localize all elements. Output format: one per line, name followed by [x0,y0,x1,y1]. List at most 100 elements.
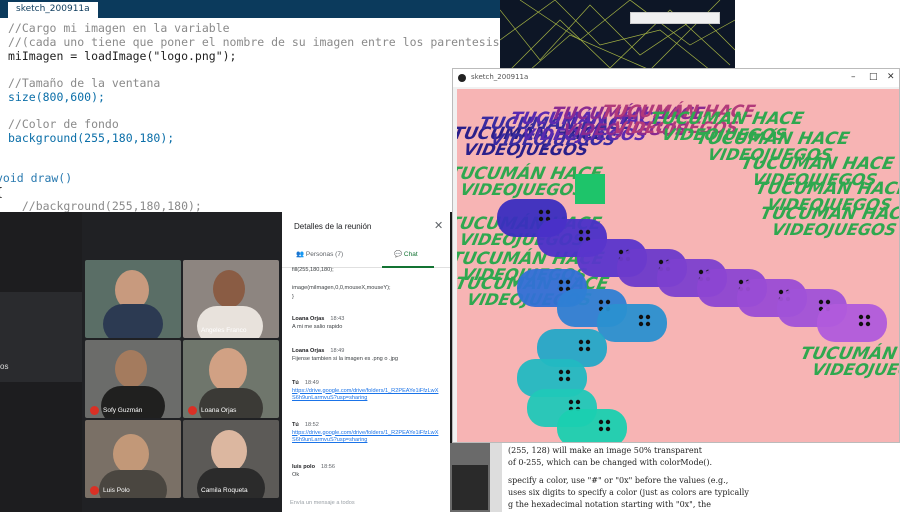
maximize-button[interactable]: □ [869,72,878,82]
participant-tile[interactable]: Sofy Guzmán [85,340,181,418]
background-web-pattern [500,0,735,70]
reference-doc: (255, 128) will make an image 50% transp… [490,443,900,512]
network-pattern [500,0,735,70]
controller-button [565,376,571,382]
controller-button [558,279,564,285]
message-time: 18:56 [321,464,335,470]
controller-button [618,249,624,255]
code-line: { [0,185,3,200]
message-text: Ok [292,471,300,478]
controller-button [568,399,574,405]
code-line: //background(255,180,180); [8,199,202,212]
controller-button [605,426,611,432]
participant-tile[interactable]: Loana Orjas [183,340,279,418]
ide-console [450,443,490,512]
controller-button [538,209,544,215]
tab-chat-label: Chat [403,251,418,258]
code-area[interactable]: //Cargo mi imagen en la variable //(cada… [0,20,500,212]
shared-slide: os [0,292,82,382]
code-line: background(255,180,180); [8,131,175,145]
sketch-title: sketch_200911a [471,73,529,81]
message-text: image(miImagen,0,0,mouseX,mouseY); [292,285,391,291]
chat-icon: 💬 [394,251,403,258]
code-line: size(800,600); [8,90,105,104]
chat-message: } [292,294,442,302]
participant-tile[interactable]: Camila Roqueta [183,420,279,498]
chat-message: Loana Orjas 18:49 Fijense tambien si la i… [292,348,442,363]
message-time: 18:43 [330,316,345,322]
chat-message: image(miImagen,0,0,mouseX,mouseY); [292,285,442,293]
processing-editor: sketch_200911a //Cargo mi imagen en la v… [0,0,500,212]
controller-button [698,269,704,275]
participant-tile[interactable]: Angeles Franco [183,260,279,338]
message-link[interactable]: https://drive.google.com/drive/folders/1… [292,430,438,444]
controller-button [545,209,551,215]
controller-button [658,259,664,265]
doc-line: of 0-255, which can be changed with colo… [508,458,713,467]
controller-shape [557,409,627,442]
participant-video [115,350,147,388]
controller-button [598,426,604,432]
mic-off-icon [90,486,99,495]
message-author: Loana Orjas [292,316,325,322]
chat-input[interactable]: Envía un mensaje a todos [290,500,355,506]
logo-text: VIDEOJUEGOS [810,360,899,379]
close-icon[interactable]: ✕ [434,219,443,232]
meeting-details-panel: Detalles de la reunión ✕ 👥 Personas (7) … [282,212,450,512]
chat-message: Loana Orjas 18:43 A mi me salio rapido [292,316,442,331]
logo-trail-art: TUCUMÁN HACEVIDEOJUEGOSTUCUMÁN HACEVIDEO… [457,100,899,442]
message-author: Tú [292,422,299,428]
controller-button [565,369,571,375]
controller-button [598,299,604,305]
doc-line: g the hexadecimal notation starting with… [508,500,712,509]
controller-button [585,229,591,235]
controller-button [865,321,871,327]
controller-button [638,321,644,327]
sketch-title-bar[interactable]: sketch_200911a – □ ✕ [453,69,899,87]
message-author: luis polo [292,464,315,470]
mic-off-icon [90,406,99,415]
chat-message: Tú 18:52 https://drive.google.com/drive/f… [292,422,442,445]
sketch-canvas[interactable]: TUCUMÁN HACE VIDEOJUEGOS TUCUMÁN HACE VIDEO… [457,89,899,442]
controller-button [825,299,831,305]
code-line: //Color de fondo [8,117,119,131]
tab-chat[interactable]: 💬 Chat [394,250,418,258]
logo-text: VIDEOJUEGOS [459,180,587,199]
controller-button [558,376,564,382]
console-area [452,465,488,510]
participant-tile[interactable] [85,260,181,338]
message-time: 18:52 [304,422,319,428]
slide-text: os [0,362,9,371]
controller-button [538,216,544,222]
controller-button [858,321,864,327]
participant-video [113,434,149,474]
controller-shape [597,304,667,342]
participant-name: Sofy Guzmán [103,407,143,414]
controller-button [558,369,564,375]
message-link[interactable]: https://drive.google.com/drive/folders/1… [292,388,438,402]
controller-shape [817,304,887,342]
editor-tab[interactable]: sketch_200911a [8,2,98,18]
logo-text: VIDEOJUEGOS [770,220,898,239]
participant-name: Angeles Franco [201,327,247,334]
participant-name: Camila Roqueta [201,487,248,494]
panel-tabs: 👥 Personas (7) 💬 Chat [282,246,450,268]
participant-name: Luis Polo [103,487,130,494]
close-button[interactable]: ✕ [887,72,895,82]
message-text: } [292,294,294,300]
chat-message: fill(255,180,180); [292,267,442,275]
message-time: 18:49 [330,348,345,354]
participant-tile[interactable]: Luis Polo [85,420,181,498]
code-line: //Tamaño de la ventana [8,76,161,90]
background-page [735,0,900,70]
doc-scrollbar[interactable] [490,443,502,512]
minimize-button[interactable]: – [851,72,856,82]
controller-button [578,339,584,345]
code-line: //Cargo mi imagen en la variable [8,21,230,35]
doc-line: (255, 128) will make an image 50% transp… [508,446,702,455]
tab-people[interactable]: 👥 Personas (7) [296,250,343,258]
message-author: Tú [292,380,299,386]
background-search-box[interactable] [630,12,720,24]
controller-button [605,419,611,425]
editor-tab-bar: sketch_200911a [0,0,500,18]
